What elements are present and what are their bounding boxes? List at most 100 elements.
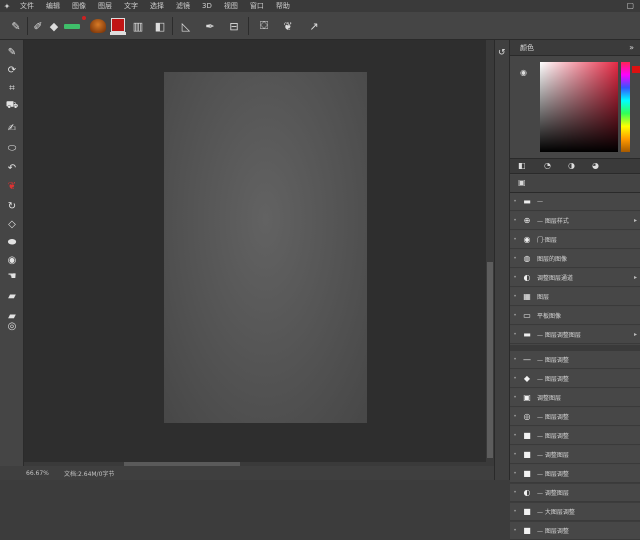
hue-marker[interactable] [632, 66, 640, 73]
expand-arrow-icon[interactable]: ▸ [634, 274, 637, 281]
diamond-icon[interactable]: ◆ [44, 16, 64, 36]
layer-row[interactable]: • ⊕ — 图层样式 ▸ [510, 212, 640, 230]
layer-thumb-icon[interactable]: ▣ [520, 393, 534, 402]
expand-arrow-icon[interactable]: ▸ [634, 331, 637, 338]
document-canvas[interactable] [164, 72, 367, 423]
layer-thumb-icon[interactable]: ◆ [520, 374, 534, 383]
crop-icon[interactable]: ⌗ [3, 80, 21, 96]
layer-row[interactable]: • ■ — 图层调整 [510, 465, 640, 483]
layer-row[interactable]: • ◆ — 图层调整 [510, 370, 640, 388]
menu-item-filter[interactable]: 滤镜 [170, 1, 196, 11]
layer-row[interactable]: • ■ — 大图层调整 [510, 503, 640, 521]
scroll-thumb[interactable] [487, 262, 493, 458]
layer-label: — 图层调整 [537, 528, 569, 535]
layer-row[interactable]: • ◉ 门·图层 [510, 231, 640, 249]
drop-icon[interactable]: ⬬ [3, 234, 21, 250]
collapse-icon[interactable]: » [629, 43, 634, 52]
zoom-level[interactable]: 66.67% [0, 470, 60, 477]
color-swatch[interactable] [111, 18, 125, 32]
color-panel-title[interactable]: 颜色 [520, 43, 534, 53]
menu-item-edit[interactable]: 编辑 [40, 1, 66, 11]
film-icon[interactable]: ▰ [3, 288, 21, 304]
layer-thumb-icon[interactable]: ◎ [520, 412, 534, 421]
menu-item-window[interactable]: 窗口 [244, 1, 270, 11]
layer-row[interactable]: • ■ — 调整图层 [510, 446, 640, 464]
expand-arrow-icon[interactable]: ▸ [634, 217, 637, 224]
brush-swatch[interactable] [90, 19, 106, 33]
layer-thumb-icon[interactable]: ▭ [520, 311, 534, 320]
layer-thumb-icon[interactable]: ◍ [520, 254, 534, 263]
layer-thumb-icon[interactable]: ■ [520, 507, 534, 516]
foreground-drop-icon[interactable]: ◉ [520, 68, 527, 77]
pen-icon[interactable]: ✒ [200, 16, 220, 36]
layer-row[interactable]: • — — 图层调整 [510, 351, 640, 369]
layer-thumb-icon[interactable]: — [520, 355, 534, 364]
row-bullet: • [513, 255, 517, 262]
layer-row[interactable]: • ▦ 图层 [510, 288, 640, 306]
menu-item-view[interactable]: 视图 [218, 1, 244, 11]
blur-icon[interactable]: ◉ [3, 252, 21, 268]
adjust-2-icon[interactable]: ◔ [544, 161, 551, 170]
cherry-icon[interactable]: ❦ [3, 178, 21, 194]
layer-row[interactable]: • ▣ 调整图层 [510, 389, 640, 407]
adjust-1-icon[interactable]: ◧ [518, 161, 526, 170]
menu-item-layer[interactable]: 图层 [92, 1, 118, 11]
hue-slider[interactable] [621, 62, 630, 152]
layer-thumb-icon[interactable]: ■ [520, 469, 534, 478]
canvas-area[interactable] [24, 40, 486, 462]
cherries-icon[interactable]: ❦ [278, 16, 298, 36]
layer-row[interactable]: • ◐ — 调整图层 [510, 484, 640, 502]
adjust-4-icon[interactable]: ◕ [592, 161, 599, 170]
layer-thumb-icon[interactable]: ▦ [520, 292, 534, 301]
layer-thumb-icon[interactable]: ■ [520, 526, 534, 535]
opacity-slider[interactable] [64, 24, 80, 29]
paint-icon[interactable]: ✎ [3, 44, 21, 60]
rotate-icon[interactable]: ↻ [3, 198, 21, 214]
hand-icon[interactable]: ☚ [3, 268, 21, 284]
layers-icon[interactable]: ▣ [518, 178, 526, 187]
flip-icon[interactable]: ◧ [150, 16, 170, 36]
layer-thumb-icon[interactable]: ◉ [520, 235, 534, 244]
layer-row[interactable]: • ◎ — 图层调整 [510, 408, 640, 426]
menu-item-3d[interactable]: 3D [196, 2, 218, 10]
layer-row[interactable]: • ▭ 平板图像 [510, 307, 640, 325]
layer-thumb-icon[interactable]: ◐ [520, 273, 534, 282]
menu-item-select[interactable]: 选择 [144, 1, 170, 11]
layer-row[interactable]: • ■ — 图层调整 [510, 427, 640, 445]
layer-thumb-icon[interactable]: ⊕ [520, 216, 534, 225]
layer-row[interactable]: • ◐ 调整图层通道 ▸ [510, 269, 640, 287]
menu-item-file[interactable]: 文件 [14, 1, 40, 11]
lasso-icon[interactable]: ⟳ [3, 62, 21, 78]
layer-row[interactable]: • ▬ — 图层调整图层 ▸ [510, 326, 640, 344]
shape-icon[interactable]: ◇ [3, 216, 21, 232]
layer-row[interactable]: • ■ — 图层调整 [510, 522, 640, 540]
history-icon[interactable]: ↺ [498, 48, 506, 58]
eraser-icon[interactable]: ⬭ [3, 140, 21, 156]
pen-tool-icon[interactable]: ✍ [3, 120, 21, 136]
stamp-icon[interactable]: ⛟ [3, 98, 21, 114]
transform-icon[interactable]: ⊟ [224, 16, 244, 36]
arrow-icon[interactable]: ↗ [304, 16, 324, 36]
layer-thumb-icon[interactable]: ▬ [520, 197, 534, 206]
undo-icon[interactable]: ↶ [3, 160, 21, 176]
color-picker-field[interactable] [540, 62, 618, 152]
adjust-3-icon[interactable]: ◑ [568, 161, 575, 170]
layer-thumb-icon[interactable]: ◐ [520, 488, 534, 497]
app-logo-icon[interactable]: ✦ [0, 2, 14, 11]
layer-row[interactable]: • ◍ 图层的图像 [510, 250, 640, 268]
layer-row[interactable]: • ▬ — [510, 193, 640, 211]
angle-icon[interactable]: ◺ [176, 16, 196, 36]
layer-thumb-icon[interactable]: ■ [520, 450, 534, 459]
zoom-icon[interactable]: ◎ [3, 318, 21, 334]
layer-thumb-icon[interactable]: ■ [520, 431, 534, 440]
menu-item-help[interactable]: 帮助 [270, 1, 296, 11]
mode-icon[interactable]: ▥ [128, 16, 148, 36]
menu-item-image[interactable]: 图像 [66, 1, 92, 11]
window-control-icon[interactable]: ▢ [626, 1, 634, 10]
bucket-icon[interactable]: ⛋ [254, 16, 274, 36]
vertical-scrollbar[interactable] [486, 40, 494, 462]
layer-thumb-icon[interactable]: ▬ [520, 330, 534, 339]
brush-preset-icon[interactable]: ✎ [6, 16, 26, 36]
layer-label: — 图层调整图层 [537, 332, 581, 339]
menu-item-type[interactable]: 文字 [118, 1, 144, 11]
